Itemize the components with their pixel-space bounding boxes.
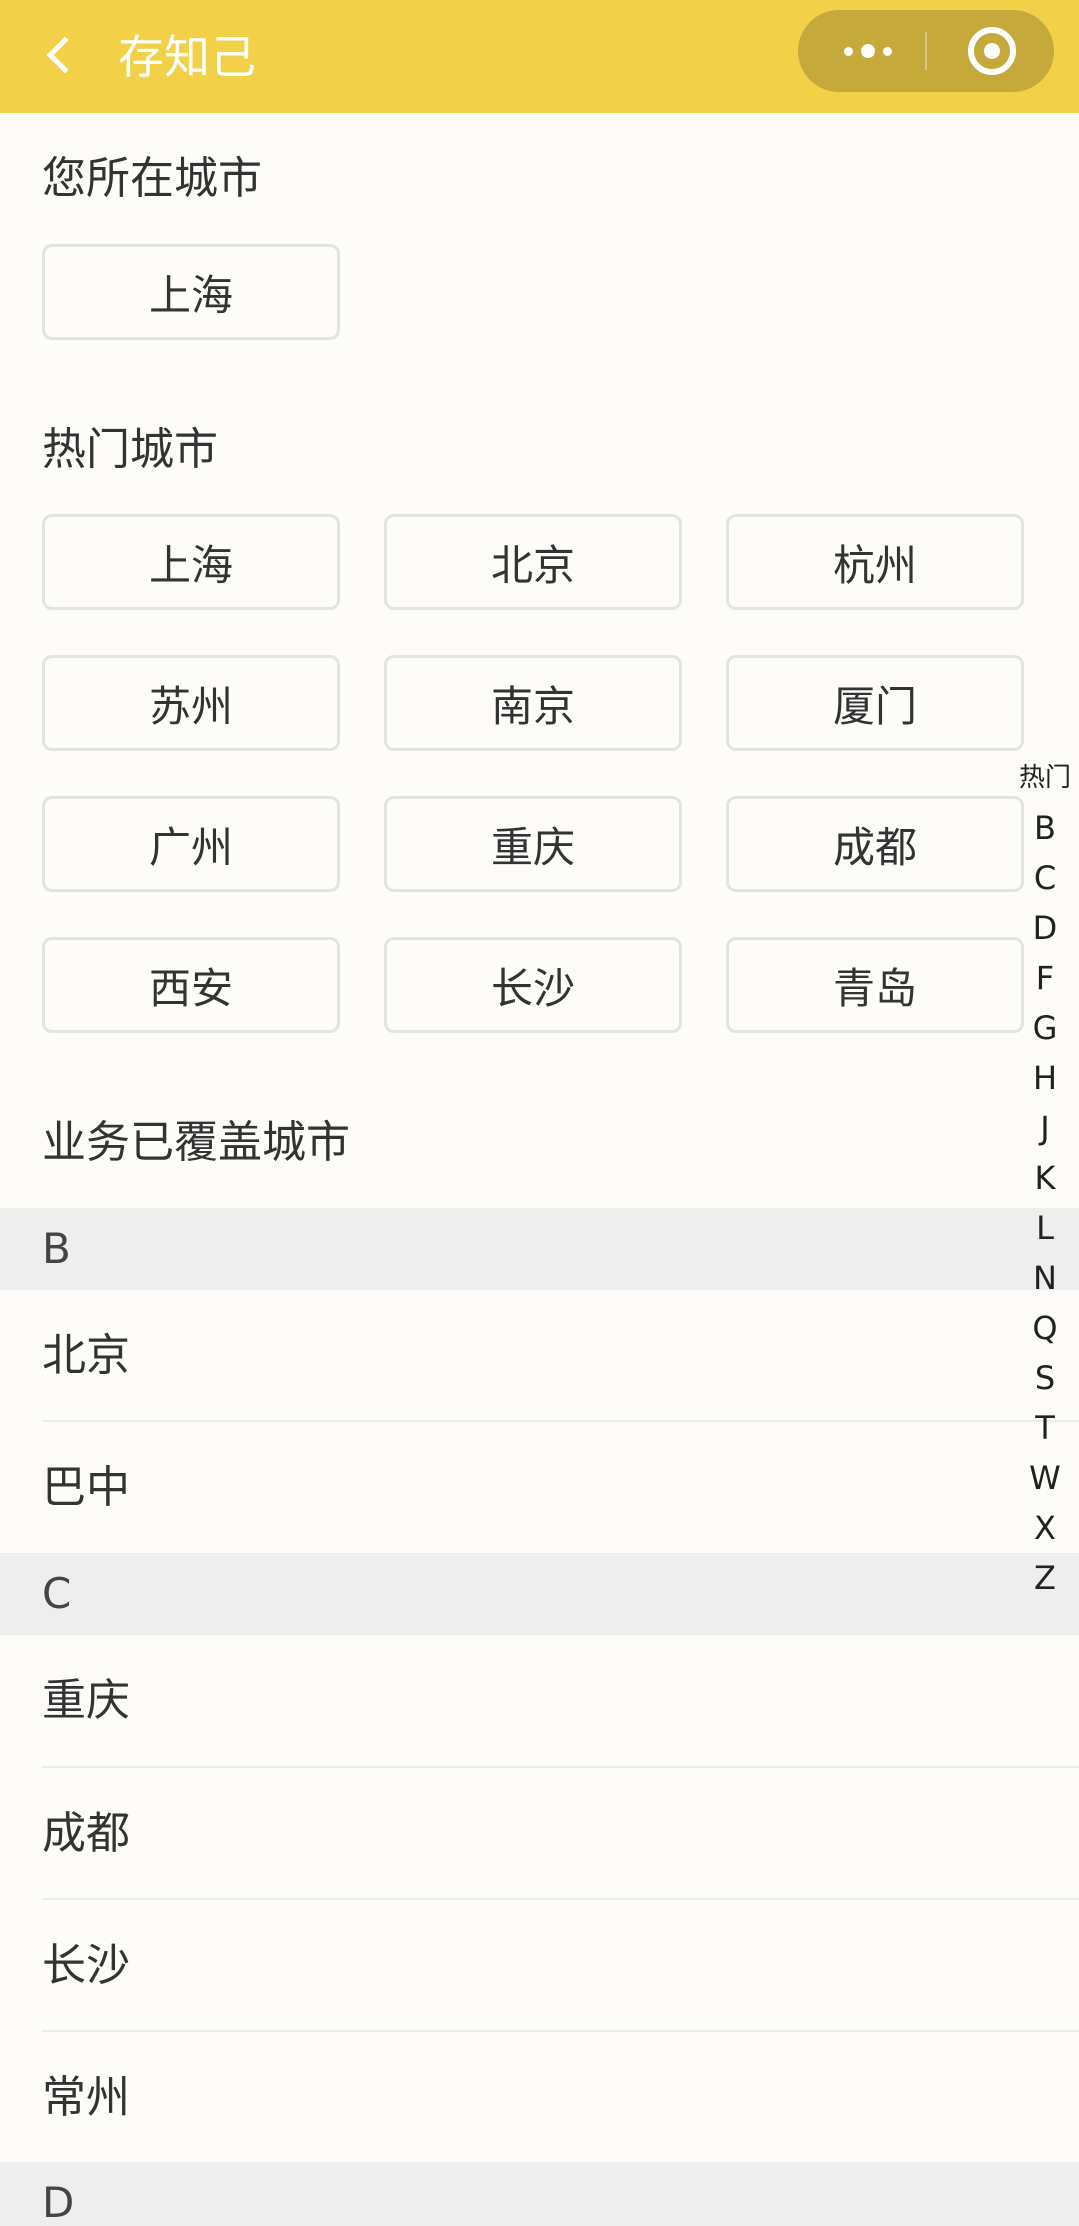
hot-city-button[interactable]: 西安 xyxy=(42,937,340,1033)
index-item[interactable]: C xyxy=(1010,853,1079,903)
index-item[interactable]: D xyxy=(1010,903,1079,953)
hot-city-button[interactable]: 苏州 xyxy=(42,655,340,751)
target-circle-icon[interactable] xyxy=(968,27,1016,75)
city-list-item[interactable]: 常州 xyxy=(42,2032,1079,2164)
hot-city-button[interactable]: 广州 xyxy=(42,796,340,892)
hot-city-button[interactable]: 长沙 xyxy=(384,937,682,1033)
city-list-item[interactable]: 长沙 xyxy=(42,1900,1079,2032)
capsule-divider xyxy=(925,32,927,70)
current-city-title: 您所在城市 xyxy=(42,153,262,204)
index-item[interactable]: L xyxy=(1010,1203,1079,1253)
city-list-item[interactable]: 重庆 xyxy=(42,1635,1079,1767)
alphabet-index-bar: 热门 B C D F G H J K L N Q S T W X Z xyxy=(1010,757,1079,1603)
index-item[interactable]: N xyxy=(1010,1253,1079,1303)
hot-city-button[interactable]: 杭州 xyxy=(726,514,1024,610)
index-item[interactable]: S xyxy=(1010,1353,1079,1403)
hot-cities-title: 热门城市 xyxy=(42,424,218,475)
hot-city-button[interactable]: 厦门 xyxy=(726,655,1024,751)
index-item[interactable]: F xyxy=(1010,953,1079,1003)
index-item-hot[interactable]: 热门 xyxy=(1010,757,1079,799)
hot-city-button[interactable]: 上海 xyxy=(42,514,340,610)
hot-city-button[interactable]: 北京 xyxy=(384,514,682,610)
letter-header-c: C xyxy=(0,1553,1079,1635)
chevron-left-icon xyxy=(46,36,84,74)
letter-header-b: B xyxy=(0,1208,1079,1290)
index-item[interactable]: K xyxy=(1010,1153,1079,1203)
hot-city-button[interactable]: 成都 xyxy=(726,796,1024,892)
hot-city-button[interactable]: 重庆 xyxy=(384,796,682,892)
covered-cities-title: 业务已覆盖城市 xyxy=(42,1117,350,1168)
navigation-bar: 存知己 xyxy=(0,0,1079,113)
hot-city-button[interactable]: 南京 xyxy=(384,655,682,751)
index-item[interactable]: W xyxy=(1010,1453,1079,1503)
mini-program-capsule xyxy=(798,10,1054,92)
index-item[interactable]: X xyxy=(1010,1503,1079,1553)
city-list-item[interactable]: 成都 xyxy=(42,1768,1079,1900)
hot-city-button[interactable]: 青岛 xyxy=(726,937,1024,1033)
city-list-item[interactable]: 巴中 xyxy=(42,1422,1079,1554)
index-item[interactable]: T xyxy=(1010,1403,1079,1453)
index-item[interactable]: Q xyxy=(1010,1303,1079,1353)
page-title: 存知己 xyxy=(118,30,256,84)
index-item[interactable]: B xyxy=(1010,803,1079,853)
index-item[interactable]: J xyxy=(1010,1103,1079,1153)
current-city-button[interactable]: 上海 xyxy=(42,244,340,340)
city-list-item[interactable]: 北京 xyxy=(42,1290,1079,1422)
index-item[interactable]: G xyxy=(1010,1003,1079,1053)
more-dots-icon[interactable] xyxy=(828,10,908,92)
index-item[interactable]: Z xyxy=(1010,1553,1079,1603)
index-item[interactable]: H xyxy=(1010,1053,1079,1103)
letter-header-d: D xyxy=(0,2162,1079,2226)
back-button[interactable] xyxy=(30,20,90,90)
